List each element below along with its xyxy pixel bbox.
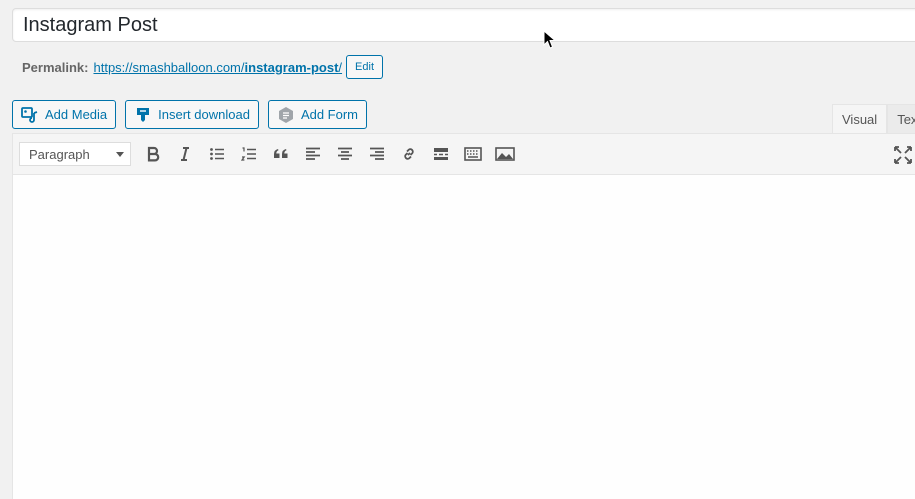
add-media-label: Add Media [45,107,108,122]
permalink-link[interactable]: https://smashballoon.com/instagram-post/ [93,60,342,75]
add-media-button[interactable]: Add Media [12,100,117,129]
format-select-value: Paragraph [29,146,90,162]
download-icon [134,106,152,124]
mouse-cursor-icon [543,30,557,49]
tab-visual[interactable]: Visual [832,104,888,134]
editor-tabs: Visual Text [832,104,915,134]
post-title-input[interactable] [12,8,915,42]
form-icon [277,106,295,124]
editor-toolbar: Paragraph [13,134,915,175]
editor-content-area[interactable] [13,175,915,499]
fullscreen-icon[interactable] [893,145,913,165]
align-center-button[interactable] [329,139,361,169]
read-more-button[interactable] [425,139,457,169]
blockquote-button[interactable] [265,139,297,169]
insert-link-button[interactable] [393,139,425,169]
keyboard-icon [464,147,482,161]
italic-icon [181,147,189,161]
italic-button[interactable] [169,139,201,169]
permalink-row: Permalink: https://smashballoon.com/inst… [22,54,384,80]
bulleted-list-icon [210,148,224,160]
numbered-list-icon [241,147,256,161]
image-icon [495,147,515,161]
numbered-list-button[interactable] [233,139,265,169]
tab-text[interactable]: Text [887,104,915,134]
add-form-button[interactable]: Add Form [267,100,368,129]
add-form-label: Add Form [300,107,359,122]
bold-button[interactable] [137,139,169,169]
read-more-icon [434,148,448,160]
align-center-icon [338,147,352,160]
permalink-label: Permalink: [22,59,89,75]
insert-download-button[interactable]: Insert download [125,100,259,129]
edit-permalink-button[interactable]: Edit [346,55,384,79]
align-right-icon [370,147,384,160]
insert-download-label: Insert download [158,107,250,122]
link-icon [404,148,414,160]
add-media-icon [21,106,39,124]
align-right-button[interactable] [361,139,393,169]
insert-image-button[interactable] [489,139,521,169]
permalink-slug: instagram-post [244,59,339,75]
blockquote-icon [274,149,288,158]
bulleted-list-button[interactable] [201,139,233,169]
bold-icon [147,146,160,162]
permalink-trail: / [338,59,343,75]
media-buttons: Add Media Insert download Add Form [12,100,376,129]
permalink-base: https://smashballoon.com/ [93,59,245,75]
format-select[interactable]: Paragraph [19,142,131,166]
toolbar-toggle-button[interactable] [457,139,489,169]
post-editor-screen: Permalink: https://smashballoon.com/inst… [0,0,915,499]
chevron-down-icon [116,151,124,157]
align-left-icon [306,147,320,160]
align-left-button[interactable] [297,139,329,169]
editor-container: Paragraph [12,133,915,499]
